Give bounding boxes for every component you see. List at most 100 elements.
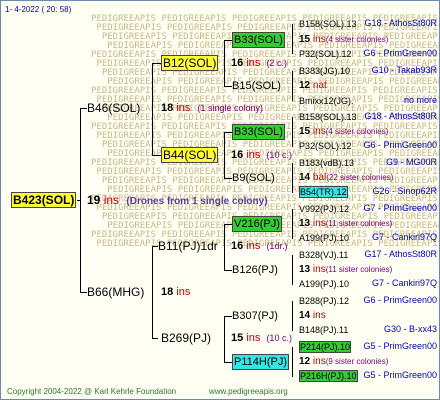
connector (224, 316, 225, 362)
leaf-row: 12 ins(9 sister colonies) (299, 355, 437, 369)
connector (224, 224, 232, 225)
connector (292, 71, 293, 101)
unit: ins (176, 286, 191, 298)
leaf-stat: G30 - B-xx43 (383, 324, 437, 334)
leaf-ref: A199(PJ).10 (299, 233, 350, 243)
connector (292, 347, 293, 377)
connector (292, 163, 293, 193)
leaf-ref: B148(PJ).11 (299, 325, 349, 335)
leaf-unit: ins (312, 310, 326, 321)
leaf-stat: G5 - PrimGreen00 (363, 341, 437, 351)
leaf-ref: P214(PJ).10 (299, 341, 352, 353)
leaf-row: 13 ins(11 sister colonies) (299, 263, 437, 277)
note: (1dr.) (266, 241, 288, 251)
leaf-ref: B288(PJ).12 (299, 296, 350, 306)
leaf-count: 15 (299, 126, 311, 137)
note: (10 c.) (266, 333, 292, 343)
root-stat: 19 ins (Drones from 1 single colony) (87, 193, 268, 209)
leaf-stat: G7 - Cankiri97Q (371, 232, 437, 242)
connector (80, 108, 87, 109)
leaf-stat: G9 - MG00R (385, 157, 437, 167)
connector (224, 132, 232, 133)
leaf-count: 12 (299, 80, 311, 91)
leaf-unit: ins (312, 356, 326, 367)
count: 16 (231, 57, 244, 69)
gen1-stat-1: 18 ins (161, 285, 190, 299)
leaf-row: B158(SOL).13 G18 - AthosSt80R (299, 16, 437, 31)
count: 15 (231, 332, 244, 344)
leaf-stat: G6 - PrimGreen00 (363, 140, 437, 150)
leaf-note: (9 sister colonies) (325, 357, 389, 366)
leaf-row: 13 ins(11 sister colonies) (299, 217, 437, 231)
connector (292, 117, 293, 147)
leaf-stat: no more (403, 95, 437, 105)
leaf-row: B328(VJ).11 G17 - AthosSt80R (299, 247, 437, 262)
leaf-stat: G17 - AthosSt80R (364, 249, 437, 259)
unit: ins (246, 332, 261, 344)
gen3-node-4: V216(PJ) (232, 216, 282, 232)
leaf-unit: ins (312, 126, 326, 137)
leaf-ref: B158(SOL).13 (299, 112, 357, 122)
gen3-node-2: B33(SOL) (232, 124, 285, 140)
connector (224, 40, 225, 86)
leaf-stat: G6 - PrimGreen00 (363, 48, 437, 58)
gen1-node-0: B46(SOL) (87, 101, 141, 115)
leaf-note: (22 sister colonies) (326, 173, 394, 182)
gen2-stat-1: 16 ins (10 c.) (231, 148, 292, 162)
leaf-note: (4 sister colonies) (325, 35, 389, 44)
connector (224, 132, 225, 178)
leaf-row: Bmixx12(JG). no more (299, 93, 437, 108)
count: 16 (231, 149, 244, 161)
count: 18 (161, 286, 174, 298)
leaf-unit: ins (312, 264, 326, 275)
leaf-row: 14 ins (299, 309, 437, 323)
connector (77, 200, 81, 201)
gen2-stat-2: 16 ins (1dr.) (231, 239, 287, 253)
leaf-stat: G5 - PrimGreen00 (363, 370, 437, 380)
unit: ins (246, 57, 261, 69)
header-date: 1- 4-2022 ( 20: 58) (5, 5, 72, 14)
connector (292, 255, 293, 285)
leaf-count: 12 (299, 356, 311, 367)
leaf-ref: P32(SOL).12 (299, 49, 352, 59)
connector (224, 86, 232, 87)
leaf-note: (11 sister colonies) (325, 265, 393, 274)
leaf-row: 14 bal(22 sister colonies) (299, 171, 437, 185)
unit: ins (246, 240, 261, 252)
leaf-ref: B158(SOL).13 (299, 19, 357, 29)
connector (292, 209, 293, 239)
leaf-ref: B183(vdB).13 (299, 158, 355, 168)
root-count: 19 (87, 193, 101, 207)
count: 18 (161, 102, 174, 114)
connector (292, 24, 293, 54)
leaf-row: B183(vdB).13 G9 - MG00R (299, 155, 437, 170)
leaf-row: V992(PJ).12 G7 - PrimGreen00 (299, 201, 437, 216)
connector (224, 270, 232, 271)
leaf-unit: ins (312, 218, 326, 229)
gen3-node-5: B126(PJ) (232, 264, 278, 276)
leaf-ref: V992(PJ).12 (299, 204, 350, 214)
connector (152, 338, 158, 339)
gen2-node-3: B269(PJ) (161, 331, 212, 345)
leaf-ref: B54(TR).12 (299, 186, 348, 198)
connector (152, 246, 153, 338)
connector (152, 63, 153, 155)
leaf-row: P216H(PJ).10 G5 - PrimGreen00 (299, 368, 437, 383)
gen3-node-3: B9(SOL) (232, 172, 275, 184)
leaf-stat: G18 - AthosSt80R (364, 111, 437, 121)
leaf-row: 15 ins(4 sister colonies) (299, 33, 437, 47)
gen2-node-1: B44(SOL) (161, 147, 219, 163)
footer-copyright: Copyright 2004-2022 @ Karl Kehrle Founda… (7, 387, 177, 396)
leaf-note: (4 sister colonies) (325, 127, 389, 136)
leaf-stat: G18 - AthosSt80R (364, 18, 437, 28)
gen3-node-6: B307(PJ) (232, 310, 278, 322)
leaf-row: A199(PJ).10 G7 - Cankiri97Q (299, 276, 437, 291)
leaf-ref: A199(PJ).10 (299, 279, 350, 289)
leaf-stat: G7 - PrimGreen00 (363, 203, 437, 213)
leaf-row: 12 nat (299, 79, 437, 93)
leaf-unit: nat (312, 80, 327, 91)
leaf-count: 13 (299, 264, 311, 275)
leaf-row: P32(SOL).12 G6 - PrimGreen00 (299, 138, 437, 153)
leaf-ref: Bmixx12(JG). (299, 96, 354, 106)
footer-site: www.pedigreeapis.org (209, 387, 288, 396)
